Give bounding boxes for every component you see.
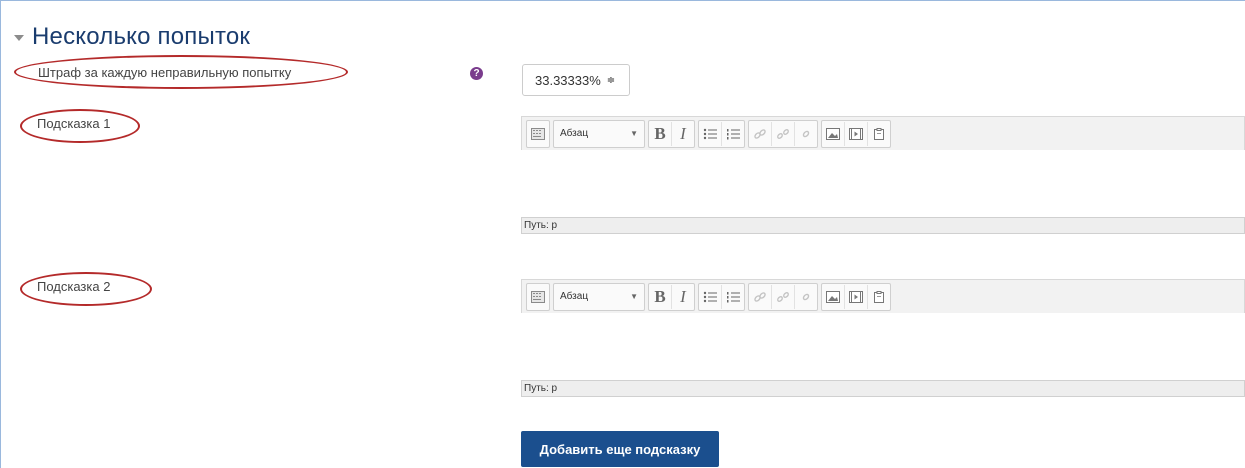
annotation-ellipse (14, 55, 348, 89)
toolbar-group-style: B I (648, 282, 695, 311)
unlink-icon[interactable] (771, 121, 794, 146)
paste-icon[interactable] (867, 284, 890, 309)
bold-button[interactable]: B (649, 285, 671, 309)
numbered-list-icon[interactable] (721, 284, 744, 309)
collapse-caret-icon[interactable] (14, 35, 24, 41)
toolbar-group-format: Абзац ▼ (553, 119, 645, 148)
link-icon[interactable] (749, 285, 771, 309)
section-title: Несколько попыток (32, 23, 251, 50)
format-value: Абзац (560, 291, 589, 302)
format-select[interactable]: Абзац ▼ (554, 285, 644, 309)
toolbar-group-links (748, 119, 818, 148)
bold-button[interactable]: B (649, 122, 671, 146)
hint-2-editor[interactable]: Абзац ▼ B I Путь: p (521, 279, 1245, 397)
media-icon[interactable] (844, 121, 867, 146)
toolbar-group-links (748, 282, 818, 311)
editor-toolbar: Абзац ▼ B I (521, 116, 1245, 150)
image-icon[interactable] (822, 122, 844, 146)
italic-button[interactable]: I (671, 121, 694, 146)
hint-1-editor[interactable]: Абзац ▼ B I Путь: p (521, 116, 1245, 234)
media-icon[interactable] (844, 284, 867, 309)
unlink-icon[interactable] (771, 284, 794, 309)
image-icon[interactable] (822, 285, 844, 309)
italic-button[interactable]: I (671, 284, 694, 309)
penalty-value: 33.33333% (535, 72, 601, 88)
bullet-list-icon[interactable] (699, 122, 721, 146)
toolbar-toggle-icon[interactable] (527, 285, 549, 309)
toolbar-group-toggle (526, 282, 550, 311)
link-icon[interactable] (749, 122, 771, 146)
section-header[interactable]: Несколько попыток (14, 23, 250, 51)
toolbar-group-lists (698, 282, 745, 311)
penalty-select[interactable]: 33.33333% ≑ (522, 64, 630, 96)
chevron-down-icon: ▼ (630, 292, 638, 301)
format-value: Абзац (560, 128, 589, 139)
anchor-icon[interactable] (794, 284, 817, 309)
hint-2-text-area[interactable] (521, 313, 1245, 380)
anchor-icon[interactable] (794, 121, 817, 146)
toolbar-group-style: B I (648, 119, 695, 148)
toolbar-group-media (821, 282, 891, 311)
path-bar: Путь: p (521, 380, 1245, 397)
toolbar-group-lists (698, 119, 745, 148)
toolbar-toggle-icon[interactable] (527, 122, 549, 146)
hint-1-text-area[interactable] (521, 150, 1245, 217)
editor-toolbar: Абзац ▼ B I (521, 279, 1245, 313)
format-select[interactable]: Абзац ▼ (554, 122, 644, 146)
toolbar-group-media (821, 119, 891, 148)
annotation-ellipse (20, 109, 140, 143)
add-hint-button[interactable]: Добавить еще подсказку (521, 431, 719, 467)
paste-icon[interactable] (867, 121, 890, 146)
help-icon[interactable]: ? (470, 67, 483, 80)
numbered-list-icon[interactable] (721, 121, 744, 146)
chevron-down-icon: ▼ (630, 129, 638, 138)
toolbar-group-toggle (526, 119, 550, 148)
bullet-list-icon[interactable] (699, 285, 721, 309)
path-bar: Путь: p (521, 217, 1245, 234)
annotation-ellipse (20, 272, 152, 306)
toolbar-group-format: Абзац ▼ (553, 282, 645, 311)
select-arrows-icon: ≑ (606, 74, 616, 86)
